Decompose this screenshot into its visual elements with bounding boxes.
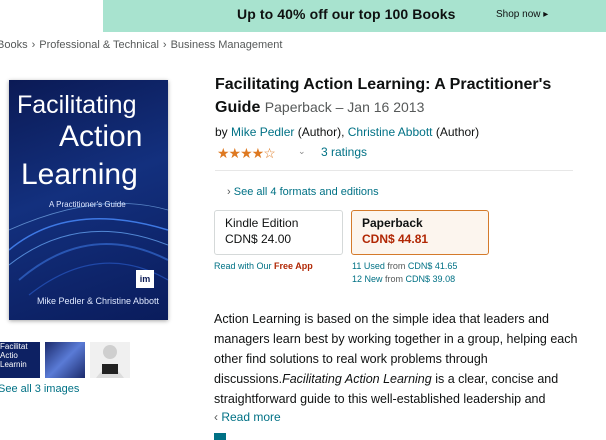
breadcrumb-professional-technical[interactable]: Professional & Technical — [39, 39, 159, 51]
cover-authors: Mike Pedler & Christine Abbott — [37, 296, 160, 306]
breadcrumb-business-management[interactable]: Business Management — [171, 39, 283, 51]
divider — [215, 170, 573, 171]
author-link-mike-pedler[interactable]: Mike Pedler — [231, 125, 294, 139]
description-italic-title: Facilitating Action Learning — [282, 372, 432, 386]
author-link-christine-abbott[interactable]: Christine Abbott — [348, 125, 433, 139]
cut-off-element — [214, 433, 226, 440]
breadcrumb-books[interactable]: Books — [0, 39, 28, 51]
format-price: CDN$ 44.81 — [362, 232, 429, 246]
new-price[interactable]: CDN$ 39.08 — [406, 274, 456, 284]
used-price[interactable]: CDN$ 41.65 — [408, 261, 458, 271]
thumbnail-cover[interactable]: Facilitat Actio Learnin — [0, 342, 40, 378]
chevron-left-icon: ‹ — [214, 410, 218, 424]
used-offers-link[interactable]: 11 Used — [352, 261, 385, 271]
from-label: from — [385, 274, 404, 284]
publisher-logo: im — [136, 270, 154, 288]
free-app-label[interactable]: Free App — [274, 261, 313, 271]
thumbnail-inside-page[interactable] — [45, 342, 85, 378]
used-offers: 11 Used from CDN$ 41.65 — [352, 261, 457, 271]
cover-title-line-1: Facilitating — [17, 91, 137, 119]
promo-banner[interactable]: Up to 40% off our top 100 Books Shop now… — [103, 0, 606, 32]
read-more-link[interactable]: ‹ Read more — [214, 410, 281, 424]
by-label: by — [215, 125, 228, 139]
new-offers-link[interactable]: 12 New — [352, 274, 383, 284]
chevron-right-icon: › — [227, 186, 231, 198]
format-price: CDN$ 24.00 — [225, 232, 292, 246]
author-role: (Author), — [297, 125, 345, 139]
cover-subtitle: A Practitioner's Guide — [49, 200, 126, 209]
cover-title-line-3: Learning — [21, 158, 138, 191]
thumbnail-back[interactable] — [90, 342, 130, 378]
person-silhouette-icon — [96, 345, 124, 378]
product-format-date: Paperback – Jan 16 2013 — [264, 99, 425, 115]
breadcrumb-separator: › — [31, 39, 36, 51]
book-cover-image[interactable]: Facilitating Action Learning A Practitio… — [9, 80, 168, 320]
see-all-formats-link[interactable]: › See all 4 formats and editions — [227, 186, 379, 198]
byline: by Mike Pedler (Author), Christine Abbot… — [215, 125, 479, 139]
format-option-paperback-selected[interactable]: Paperback CDN$ 44.81 — [351, 210, 489, 255]
ratings-count-link[interactable]: 3 ratings — [321, 145, 367, 159]
chevron-down-icon[interactable]: ⌄ — [298, 146, 306, 157]
promo-banner-text: Up to 40% off our top 100 Books — [237, 6, 456, 22]
breadcrumb: Books › Professional & Technical › Business … — [0, 39, 282, 51]
star-rating-icon[interactable]: ★★★★☆ — [217, 145, 276, 162]
breadcrumb-separator: › — [162, 39, 167, 51]
see-all-images-link[interactable]: See all 3 images — [0, 383, 79, 395]
new-offers: 12 New from CDN$ 39.08 — [352, 274, 455, 284]
cover-title-line-2: Action — [59, 120, 143, 153]
format-name: Kindle Edition — [225, 216, 299, 230]
product-title: Facilitating Action Learning: A Practiti… — [215, 73, 595, 119]
read-with-app-link[interactable]: Read with Our Free App — [214, 261, 313, 271]
from-label: from — [387, 261, 406, 271]
shop-now-link[interactable]: Shop now ▸ — [496, 9, 548, 20]
see-all-formats-text[interactable]: See all 4 formats and editions — [234, 186, 379, 198]
product-description: Action Learning is based on the simple i… — [214, 309, 584, 409]
format-name: Paperback — [362, 216, 423, 230]
author-role: (Author) — [435, 125, 480, 139]
read-with-app-prefix[interactable]: Read with Our — [214, 261, 272, 271]
read-more-text[interactable]: Read more — [221, 410, 280, 424]
format-option-kindle[interactable]: Kindle Edition CDN$ 24.00 — [214, 210, 343, 255]
